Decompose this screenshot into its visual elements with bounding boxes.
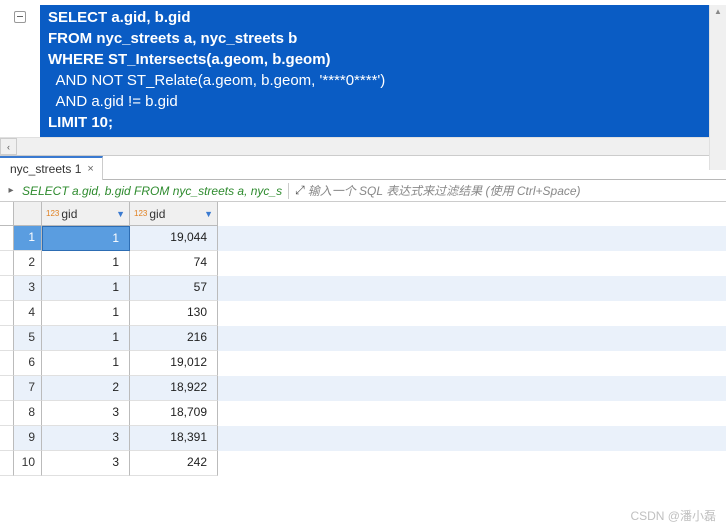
row-side xyxy=(0,301,14,326)
table-row[interactable]: 5 1 216 xyxy=(0,326,726,351)
sql-line: AND NOT ST_Relate(a.geom, b.geom, '****0… xyxy=(48,72,385,89)
table-row[interactable]: 1 1 19,044 xyxy=(0,226,726,251)
column-header-gid-2[interactable]: 123 gid ▼ xyxy=(130,202,218,226)
sql-line: SELECT a.gid, b.gid xyxy=(48,9,191,26)
row-number-header xyxy=(14,202,42,226)
grid-header-row: 123 gid ▼ 123 gid ▼ xyxy=(0,202,726,226)
cell-gid-b[interactable]: 18,709 xyxy=(130,401,218,426)
sql-line: FROM nyc_streets a, nyc_streets b xyxy=(48,30,297,47)
row-side xyxy=(0,451,14,476)
cell-gid-b[interactable]: 19,012 xyxy=(130,351,218,376)
grid-corner xyxy=(0,202,14,226)
sort-indicator-icon[interactable]: ▼ xyxy=(116,209,125,219)
table-row[interactable]: 10 3 242 xyxy=(0,451,726,476)
row-number: 5 xyxy=(14,326,42,351)
cell-gid-a[interactable]: 1 xyxy=(42,326,130,351)
scroll-left-icon[interactable]: ‹ xyxy=(0,138,17,155)
editor-gutter xyxy=(0,5,40,23)
sort-indicator-icon[interactable]: ▼ xyxy=(204,209,213,219)
table-row[interactable]: 7 2 18,922 xyxy=(0,376,726,401)
datatype-number-icon: 123 xyxy=(134,209,147,218)
separator xyxy=(288,183,289,199)
cell-gid-b[interactable]: 18,922 xyxy=(130,376,218,401)
row-number: 3 xyxy=(14,276,42,301)
table-row[interactable]: 3 1 57 xyxy=(0,276,726,301)
close-icon[interactable]: × xyxy=(87,163,93,175)
table-row[interactable]: 8 3 18,709 xyxy=(0,401,726,426)
horizontal-scrollbar[interactable]: ‹ › xyxy=(0,137,726,155)
cell-gid-a[interactable]: 2 xyxy=(42,376,130,401)
results-grid[interactable]: 123 gid ▼ 123 gid ▼ 1 1 19,044 2 1 74 3 … xyxy=(0,202,726,476)
sql-code-block[interactable]: SELECT a.gid, b.gid FROM nyc_streets a, … xyxy=(40,5,710,137)
cell-gid-a[interactable]: 3 xyxy=(42,401,130,426)
tab-nyc-streets-1[interactable]: nyc_streets 1 × xyxy=(0,156,103,180)
expand-icon[interactable]: ⤢ xyxy=(295,183,304,198)
cell-gid-b[interactable]: 242 xyxy=(130,451,218,476)
query-info-bar: ▸ SELECT a.gid, b.gid FROM nyc_streets a… xyxy=(0,180,726,202)
vertical-scrollbar[interactable] xyxy=(709,5,726,170)
row-side xyxy=(0,251,14,276)
datatype-number-icon: 123 xyxy=(46,209,59,218)
row-number: 8 xyxy=(14,401,42,426)
row-number: 6 xyxy=(14,351,42,376)
cell-gid-a[interactable]: 3 xyxy=(42,451,130,476)
column-header-gid-1[interactable]: 123 gid ▼ xyxy=(42,202,130,226)
cell-gid-a[interactable]: 1 xyxy=(42,251,130,276)
table-row[interactable]: 6 1 19,012 xyxy=(0,351,726,376)
column-name: gid xyxy=(61,207,77,221)
row-side xyxy=(0,401,14,426)
row-number: 2 xyxy=(14,251,42,276)
filter-input[interactable]: 输入一个 SQL 表达式来过滤结果 (使用 Ctrl+Space) xyxy=(308,182,581,199)
table-row[interactable]: 9 3 18,391 xyxy=(0,426,726,451)
cell-gid-a[interactable]: 3 xyxy=(42,426,130,451)
column-name: gid xyxy=(149,207,165,221)
row-number: 1 xyxy=(14,226,42,251)
query-summary-text: SELECT a.gid, b.gid FROM nyc_streets a, … xyxy=(22,184,282,198)
row-side xyxy=(0,376,14,401)
row-side xyxy=(0,426,14,451)
cell-gid-b[interactable]: 18,391 xyxy=(130,426,218,451)
cell-gid-a[interactable]: 1 xyxy=(42,301,130,326)
row-number: 9 xyxy=(14,426,42,451)
sql-line: WHERE ST_Intersects(a.geom, b.geom) xyxy=(48,51,331,68)
tab-label: nyc_streets 1 xyxy=(10,162,81,176)
cell-gid-b[interactable]: 19,044 xyxy=(130,226,218,251)
sql-line: AND a.gid != b.gid xyxy=(48,93,178,110)
scroll-track[interactable] xyxy=(17,138,709,155)
cell-gid-a[interactable]: 1 xyxy=(42,351,130,376)
row-number: 4 xyxy=(14,301,42,326)
row-side xyxy=(0,326,14,351)
table-row[interactable]: 2 1 74 xyxy=(0,251,726,276)
cell-gid-b[interactable]: 130 xyxy=(130,301,218,326)
cell-gid-b[interactable]: 57 xyxy=(130,276,218,301)
results-icon: ▸ xyxy=(4,184,18,198)
fold-icon[interactable] xyxy=(14,11,26,23)
table-row[interactable]: 4 1 130 xyxy=(0,301,726,326)
row-number: 7 xyxy=(14,376,42,401)
cell-gid-b[interactable]: 216 xyxy=(130,326,218,351)
sql-line: LIMIT 10; xyxy=(48,114,113,131)
cell-gid-a[interactable]: 1 xyxy=(42,226,130,251)
row-side xyxy=(0,276,14,301)
watermark-text: CSDN @潘小磊 xyxy=(630,507,716,524)
sql-editor[interactable]: SELECT a.gid, b.gid FROM nyc_streets a, … xyxy=(0,0,726,156)
row-side xyxy=(0,351,14,376)
cell-gid-b[interactable]: 74 xyxy=(130,251,218,276)
row-side xyxy=(0,226,14,251)
result-tab-strip: nyc_streets 1 × xyxy=(0,156,726,180)
row-number: 10 xyxy=(14,451,42,476)
cell-gid-a[interactable]: 1 xyxy=(42,276,130,301)
